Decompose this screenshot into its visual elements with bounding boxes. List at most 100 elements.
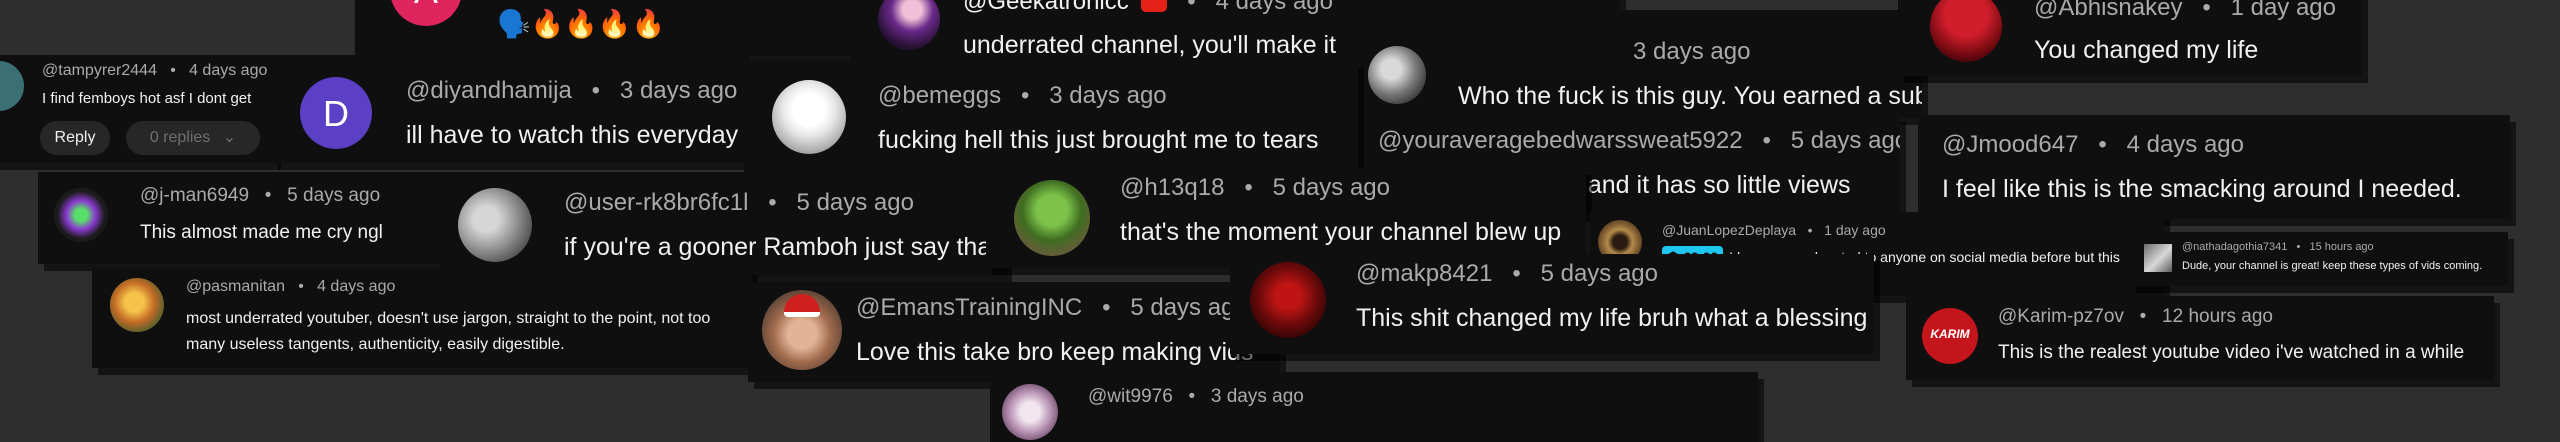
avatar[interactable] — [762, 290, 842, 370]
comment-header: @diyandhamija • 3 days ago — [406, 77, 737, 105]
avatar[interactable] — [772, 80, 846, 154]
comment-header: @nathadagothia7341 • 15 hours ago — [2182, 241, 2374, 253]
timestamp: 12 hours ago — [2162, 306, 2273, 327]
separator-dot: • — [2139, 306, 2147, 327]
replies-label: 0 replies — [149, 129, 211, 146]
separator-dot: • — [1020, 82, 1030, 109]
avatar-letter: A — [390, 0, 462, 12]
comment-text: This shit changed my life bruh what a bl… — [1356, 304, 1868, 332]
avatar[interactable] — [2144, 244, 2172, 272]
channel-handle[interactable]: @nathadagothia7341 — [2182, 241, 2287, 253]
channel-handle[interactable]: @j-man6949 — [140, 185, 249, 206]
comment-text: that's the moment your channel blew up — [1120, 218, 1562, 246]
timestamp: 3 days ago — [1049, 82, 1167, 109]
separator-dot: • — [1102, 294, 1111, 321]
channel-handle[interactable]: @JuanLopezDeplaya — [1662, 222, 1796, 238]
timestamp: 5 days ago — [1790, 127, 1900, 154]
separator-dot: • — [2202, 0, 2211, 21]
comment-card: @pasmanitan • 4 days ago most underrated… — [92, 268, 752, 368]
avatar[interactable] — [1930, 0, 2002, 62]
avatar-logo-text: KARIM — [1930, 327, 1970, 341]
avatar[interactable] — [1250, 262, 1326, 338]
comment-text: Love this take bro keep making vids — [856, 338, 1254, 366]
comment-header: @youraveragebedwarssweat5922 • 5 days ag… — [1378, 127, 1900, 155]
channel-handle[interactable]: @wit9976 — [1088, 386, 1173, 407]
separator-dot: • — [1187, 0, 1196, 15]
comment-header: @tampyrer2444 • 4 days ago — [42, 62, 267, 80]
replies-dropdown[interactable]: 0 replies ⌄ — [126, 121, 260, 155]
channel-handle[interactable]: @h13q18 — [1120, 174, 1224, 201]
comment-card: @j-man6949 • 5 days ago This almost made… — [38, 172, 446, 264]
timestamp: 3 days ago — [619, 77, 738, 104]
comment-card: @user-rk8br6fc1l • 5 days ago if you're … — [440, 172, 1006, 276]
separator-dot: • — [2296, 241, 2301, 253]
comment-text: I feel like this is the smacking around … — [1942, 175, 2462, 203]
channel-handle[interactable]: @Karim-pz7ov — [1998, 306, 2124, 327]
separator-dot: • — [1807, 222, 1813, 238]
avatar-letter: D — [323, 93, 349, 134]
channel-handle[interactable]: @diyandhamija — [406, 77, 572, 104]
separator-dot: • — [2098, 131, 2107, 158]
santa-hat-icon — [784, 294, 820, 317]
reply-button[interactable]: Reply — [40, 121, 110, 155]
timestamp: 15 hours ago — [2309, 241, 2374, 253]
separator-dot: • — [170, 62, 176, 79]
avatar[interactable] — [54, 188, 108, 242]
comment-text: fucking hell this just brought me to tea… — [878, 126, 1319, 154]
comment-header: @bemeggs • 3 days ago — [878, 82, 1167, 110]
comment-card: @h13q18 • 5 days ago that's the moment y… — [986, 168, 1586, 268]
comment-header: @Karim-pz7ov • 12 hours ago — [1998, 306, 2273, 328]
avatar[interactable] — [878, 0, 940, 50]
avatar[interactable]: KARIM — [1922, 308, 1978, 364]
avatar[interactable] — [1002, 384, 1058, 440]
timestamp: 4 days ago — [1215, 0, 1333, 15]
comment-card: KARIM @Karim-pz7ov • 12 hours ago This i… — [1906, 296, 2494, 380]
timestamp: 5 days ago — [287, 185, 381, 206]
chevron-down-icon: ⌄ — [222, 129, 237, 146]
comment-card: @Jmood647 • 4 days ago I feel like this … — [1918, 115, 2510, 219]
avatar[interactable]: D — [300, 77, 372, 149]
separator-dot: • — [1188, 386, 1196, 407]
channel-handle[interactable]: @bemeggs — [878, 82, 1001, 109]
timestamp: 5 days ago — [1272, 174, 1390, 201]
comment-header: @h13q18 • 5 days ago — [1120, 174, 1390, 202]
comment-text: I find femboys hot asf I dont get — [42, 90, 252, 107]
avatar[interactable]: A — [390, 0, 462, 26]
channel-handle[interactable]: @EmansTrainingINC — [856, 294, 1082, 321]
timestamp: 5 days ago — [796, 189, 914, 216]
avatar[interactable] — [458, 188, 532, 262]
channel-handle[interactable]: @user-rk8br6fc1l — [564, 189, 748, 216]
comment-text: if you're a gooner Ramboh just say that — [564, 233, 999, 261]
timestamp: 4 days ago — [189, 62, 268, 79]
reply-label: Reply — [54, 129, 96, 146]
comment-text: Dude, your channel is great! keep these … — [2182, 260, 2483, 272]
avatar[interactable] — [110, 278, 164, 332]
timestamp: 4 days ago — [2126, 131, 2244, 158]
channel-handle[interactable]: @Abhisnakey — [2034, 0, 2182, 21]
avatar[interactable] — [1014, 180, 1090, 256]
comment-card: @makp8421 • 5 days ago This shit changed… — [1230, 254, 1874, 354]
comment-card: @bemeggs • 3 days ago fucking hell this … — [744, 60, 1358, 172]
separator-dot: • — [591, 77, 601, 104]
comment-card: @nathadagothia7341 • 15 hours ago Dude, … — [2130, 232, 2508, 286]
comment-text: 🗣️🔥🔥🔥🔥 — [497, 9, 666, 39]
channel-handle[interactable]: @Jmood647 — [1942, 131, 2078, 158]
separator-dot: • — [298, 278, 304, 295]
timestamp: 3 days ago — [1633, 38, 1751, 65]
avatar[interactable] — [0, 61, 24, 111]
comment-header: @EmansTrainingINC • 5 days ago — [856, 294, 1248, 322]
channel-handle[interactable]: @tampyrer2444 — [42, 62, 157, 79]
comment-card: @wit9976 • 3 days ago — [990, 372, 1758, 442]
separator-dot: • — [1244, 174, 1253, 201]
channel-handle[interactable]: @makp8421 — [1356, 260, 1492, 287]
comment-text: You changed my life — [2034, 36, 2259, 64]
comment-header: @pasmanitan • 4 days ago — [186, 278, 395, 296]
comment-card: D @diyandhamija • 3 days ago ill have to… — [272, 55, 750, 163]
avatar[interactable] — [1368, 46, 1426, 104]
channel-handle[interactable]: @youraveragebedwarssweat5922 — [1378, 127, 1743, 154]
comment-card: @tampyrer2444 • 4 days ago I find femboy… — [0, 55, 275, 163]
channel-handle[interactable]: @Geekatronicc — [963, 0, 1129, 15]
comment-text: Who the fuck is this guy. You earned a s… — [1458, 82, 1922, 110]
channel-handle[interactable]: @pasmanitan — [186, 278, 285, 295]
comment-header: @JuanLopezDeplaya • 1 day ago — [1662, 222, 1886, 238]
